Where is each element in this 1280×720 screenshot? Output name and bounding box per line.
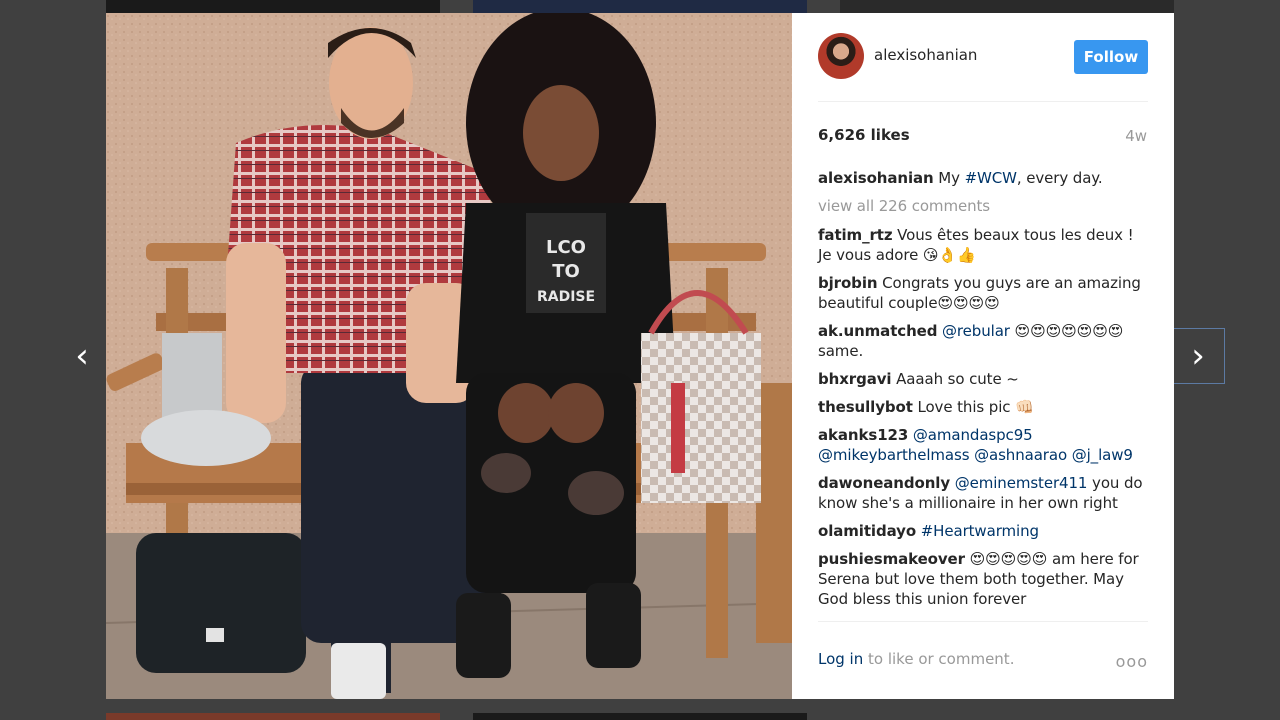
comment-text: Aaaah so cute ~ xyxy=(896,370,1019,388)
comment-item: ak.unmatched @rebular 😍😍😍😍😍😍😍 same. xyxy=(818,321,1148,361)
comment-item: olamitidayo #Heartwarming xyxy=(818,521,1148,541)
next-post-arrow-icon[interactable]: › xyxy=(1178,336,1218,376)
follow-button[interactable]: Follow xyxy=(1074,40,1148,74)
comment-username-link[interactable]: pushiesmakeover xyxy=(818,550,965,568)
comment-item: bhxrgavi Aaaah so cute ~ xyxy=(818,369,1148,389)
comment-hashtag-link[interactable]: #Heartwarming xyxy=(921,522,1039,540)
comment-list: alexisohanian My #WCW, every day. view a… xyxy=(818,168,1148,617)
background-thumbnail-bottom-left xyxy=(106,713,440,720)
comment-item: akanks123 @amandaspc95 @mikeybarthelmass… xyxy=(818,425,1148,465)
comment-username-link[interactable]: olamitidayo xyxy=(818,522,916,540)
comment-item: bjrobin Congrats you guys are an amazing… xyxy=(818,273,1148,313)
login-prompt-text: to like or comment. xyxy=(863,650,1015,668)
background-thumbnail-top-center xyxy=(473,0,807,13)
comment-username-link[interactable]: akanks123 xyxy=(818,426,908,444)
comment-username-link[interactable]: thesullybot xyxy=(818,398,913,416)
caption-hashtag-link[interactable]: #WCW xyxy=(965,169,1017,187)
svg-text:RADISE: RADISE xyxy=(537,289,595,305)
comment-item: dawoneandonly @eminemster411 you do know… xyxy=(818,473,1148,513)
comment-mention-link[interactable]: @eminemster411 xyxy=(955,474,1088,492)
login-link[interactable]: Log in xyxy=(818,650,863,668)
post-age[interactable]: 4w xyxy=(1125,127,1147,145)
caption-text-post: , every day. xyxy=(1016,169,1103,187)
caption: alexisohanian My #WCW, every day. xyxy=(818,168,1148,188)
likes-count[interactable]: 6,626 likes xyxy=(818,126,910,144)
comment-mention-link[interactable]: @rebular xyxy=(942,322,1010,340)
post-details-panel: alexisohanian Follow 6,626 likes 4w alex… xyxy=(792,13,1174,699)
caption-username-link[interactable]: alexisohanian xyxy=(818,169,934,187)
post-photo[interactable]: LCO TO RADISE xyxy=(106,13,792,699)
comment-username-link[interactable]: bhxrgavi xyxy=(818,370,892,388)
comment-username-link[interactable]: dawoneandonly xyxy=(818,474,950,492)
comment-item: pushiesmakeover 😍😍😍😍😍 am here for Serena… xyxy=(818,549,1148,609)
header-divider xyxy=(818,101,1148,102)
more-options-icon[interactable]: ooo xyxy=(1116,652,1148,671)
background-thumbnail-top-right xyxy=(840,0,1174,13)
comment-item: thesullybot Love this pic 👊🏻 xyxy=(818,397,1148,417)
comment-username-link[interactable]: fatim_rtz xyxy=(818,226,893,244)
post-footer: Log in to like or comment. ooo xyxy=(818,650,1148,671)
svg-text:TO: TO xyxy=(552,261,580,282)
comment-text: Love this pic 👊🏻 xyxy=(917,398,1034,416)
comment-item: fatim_rtz Vous êtes beaux tous les deux … xyxy=(818,225,1148,265)
post-header: alexisohanian Follow xyxy=(818,33,1148,103)
footer-divider xyxy=(818,621,1148,622)
previous-post-arrow-icon[interactable]: ‹ xyxy=(62,336,102,376)
caption-text-pre: My xyxy=(938,169,965,187)
background-thumbnail-top-left xyxy=(106,0,440,13)
post-photo-illustration: LCO TO RADISE xyxy=(106,13,792,699)
avatar[interactable] xyxy=(818,33,864,79)
view-all-comments-link[interactable]: view all 226 comments xyxy=(818,196,1148,216)
background-thumbnail-bottom-center xyxy=(473,713,807,720)
svg-text:LCO: LCO xyxy=(546,237,586,258)
author-username-link[interactable]: alexisohanian xyxy=(874,46,977,64)
comment-username-link[interactable]: bjrobin xyxy=(818,274,878,292)
comment-username-link[interactable]: ak.unmatched xyxy=(818,322,937,340)
